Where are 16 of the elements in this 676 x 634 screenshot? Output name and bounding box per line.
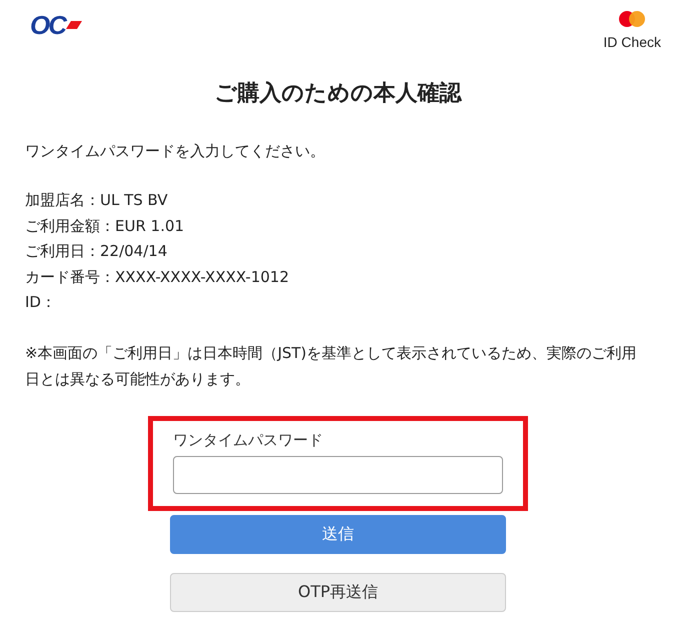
detail-line: ID： — [25, 292, 57, 314]
page-title: ご購入のための本人確認 — [214, 80, 463, 108]
password-field[interactable] — [173, 456, 503, 494]
detail-line: 加盟店名：UL TS BV — [25, 190, 169, 211]
instruction-text: ワンタイムパスワードを入力してください。 — [25, 141, 326, 162]
submit-button[interactable]: 送信 — [170, 514, 506, 554]
notice-text: ※本画面の「ご利用日」は日本時間（JST)を基準として表示されているため、実際のご利用日とは異なる可能性があります。 — [25, 342, 638, 390]
detail-line: ご利用日：22/04/14 — [25, 241, 168, 262]
id-check-label: ID Check — [603, 34, 661, 50]
password-label: ワンタイムパスワード — [173, 430, 324, 450]
detail-line: ご利用金額：EUR 1.01 — [25, 216, 186, 237]
detail-line: カード番号：XXXX-XXXX-XXXX-1012 — [25, 266, 290, 288]
logo-dash-icon — [66, 20, 82, 30]
card-brand-icon — [618, 10, 646, 28]
resend-button[interactable]: OTP再送信 — [170, 572, 506, 612]
logo-text: OC — [30, 10, 65, 41]
